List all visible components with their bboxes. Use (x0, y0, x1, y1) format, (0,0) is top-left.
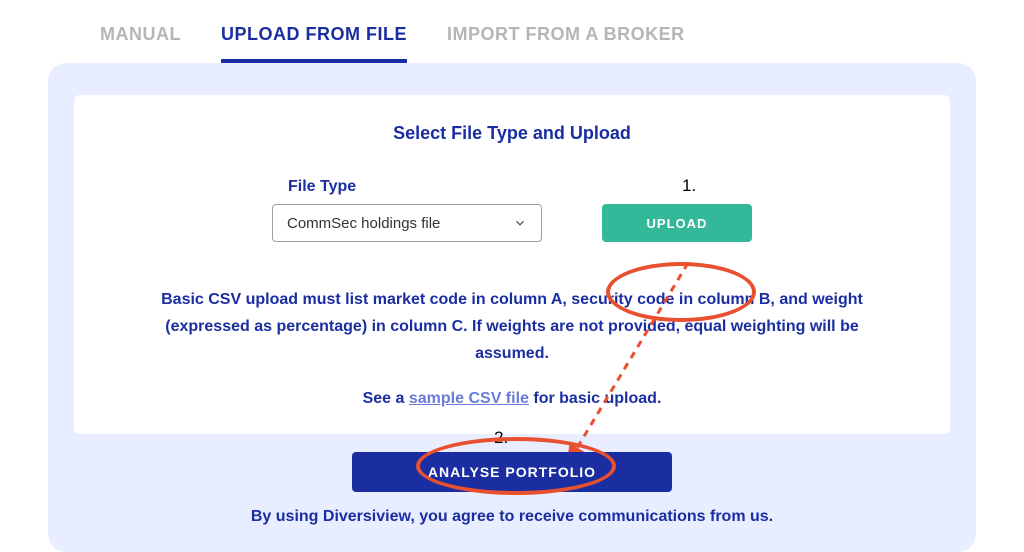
form-row: File Type CommSec holdings file 1. UPLOA… (134, 178, 890, 242)
card-title: Select File Type and Upload (134, 123, 890, 144)
analyse-wrap: 2. ANALYSE PORTFOLIO (74, 452, 950, 492)
file-type-select[interactable]: CommSec holdings file (272, 204, 542, 242)
upload-card: Select File Type and Upload File Type Co… (74, 95, 950, 434)
tab-upload-from-file[interactable]: UPLOAD FROM FILE (221, 24, 407, 63)
sample-line: See a sample CSV file for basic upload. (134, 390, 890, 408)
upload-instructions: Basic CSV upload must list market code i… (134, 286, 890, 368)
annotation-step-2: 2. (494, 428, 508, 448)
sample-csv-link[interactable]: sample CSV file (409, 390, 529, 407)
annotation-step-1: 1. (682, 176, 696, 196)
tabs-bar: MANUAL UPLOAD FROM FILE IMPORT FROM A BR… (0, 0, 1024, 63)
disclaimer-text: By using Diversiview, you agree to recei… (74, 508, 950, 526)
tab-import-broker[interactable]: IMPORT FROM A BROKER (447, 24, 685, 63)
file-type-label: File Type (288, 178, 356, 196)
upload-panel: Select File Type and Upload File Type Co… (48, 63, 976, 552)
upload-group: 1. UPLOAD (602, 204, 752, 242)
sample-suffix: for basic upload. (529, 390, 661, 407)
tab-manual[interactable]: MANUAL (100, 24, 181, 63)
analyse-portfolio-button[interactable]: ANALYSE PORTFOLIO (352, 452, 672, 492)
sample-prefix: See a (363, 390, 409, 407)
file-type-value: CommSec holdings file (287, 215, 440, 232)
upload-button[interactable]: UPLOAD (602, 204, 752, 242)
chevron-down-icon (513, 216, 527, 230)
file-type-group: File Type CommSec holdings file (272, 178, 542, 242)
